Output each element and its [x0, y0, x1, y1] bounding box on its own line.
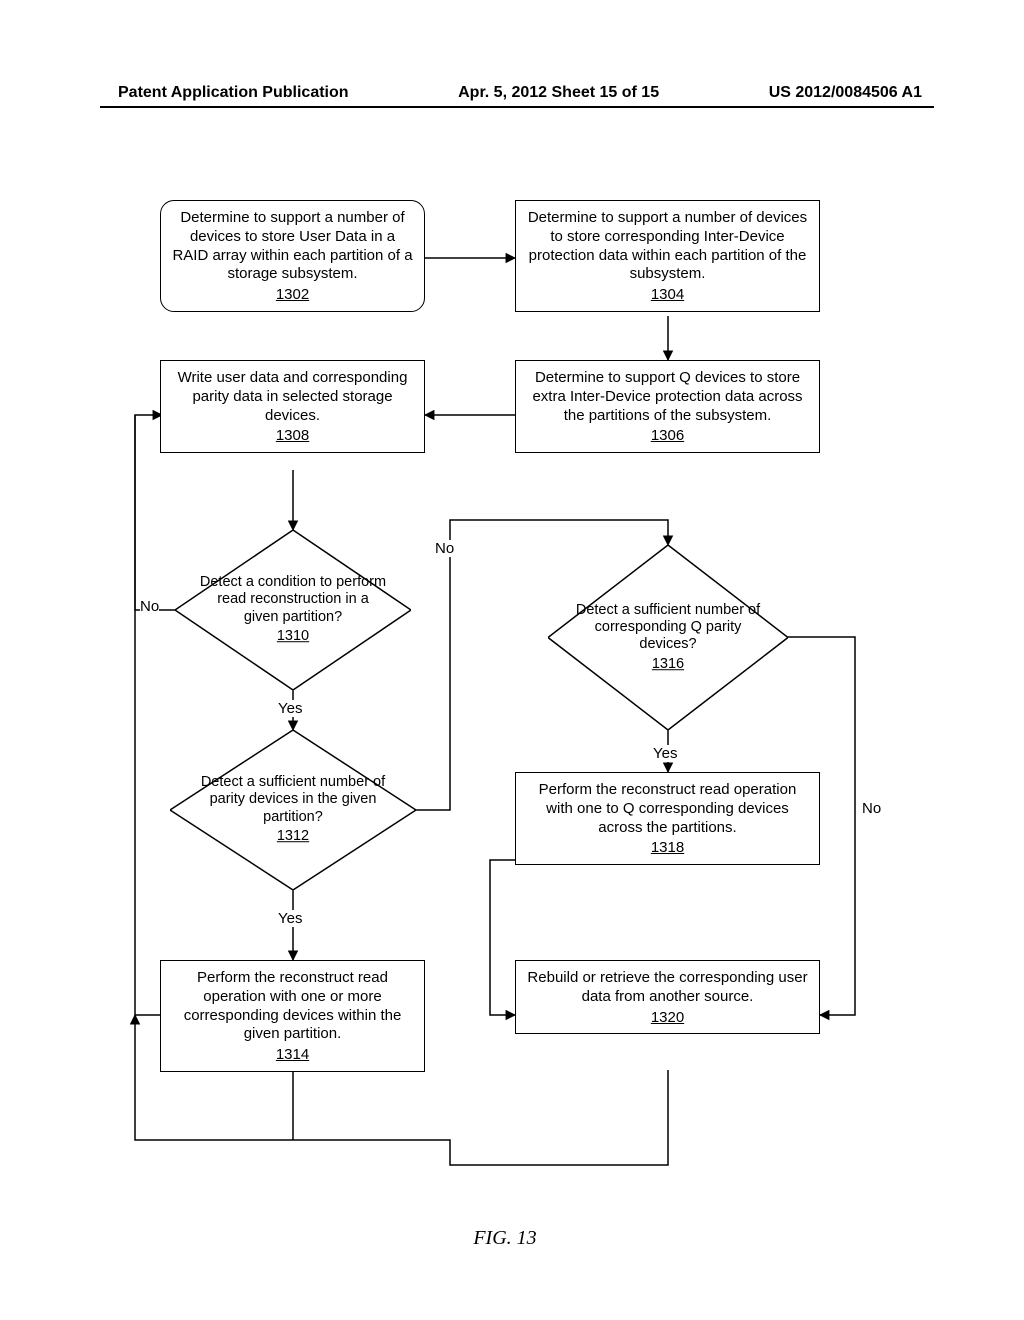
label-yes-1312: Yes — [278, 910, 302, 927]
label-no-1310: No — [140, 598, 159, 615]
process-1320-ref: 1320 — [526, 1009, 809, 1028]
process-1318-text: Perform the reconstruct read operation w… — [539, 781, 797, 836]
decision-1316: Detect a sufficient number of correspond… — [548, 545, 788, 730]
decision-1316-text: Detect a sufficient number of correspond… — [576, 602, 760, 653]
process-1302: Determine to support a number of devices… — [160, 200, 425, 312]
process-1318-ref: 1318 — [526, 839, 809, 858]
process-1320: Rebuild or retrieve the corresponding us… — [515, 960, 820, 1034]
label-no-1316: No — [862, 800, 881, 817]
process-1308: Write user data and corresponding parity… — [160, 360, 425, 453]
decision-1312: Detect a sufficient number of parity dev… — [170, 730, 416, 890]
decision-1310-ref: 1310 — [199, 628, 388, 645]
process-1304-text: Determine to support a number of devices… — [528, 209, 807, 282]
process-1304: Determine to support a number of devices… — [515, 200, 820, 312]
process-1318: Perform the reconstruct read operation w… — [515, 772, 820, 865]
page: Patent Application Publication Apr. 5, 2… — [0, 0, 1024, 1320]
decision-1316-ref: 1316 — [572, 656, 764, 673]
process-1306: Determine to support Q devices to store … — [515, 360, 820, 453]
figure-caption: FIG. 13 — [473, 1227, 536, 1250]
header-center: Apr. 5, 2012 Sheet 15 of 15 — [458, 84, 659, 102]
decision-1312-text: Detect a sufficient number of parity dev… — [201, 774, 385, 825]
process-1320-text: Rebuild or retrieve the corresponding us… — [527, 969, 807, 1005]
decision-1312-ref: 1312 — [195, 828, 392, 845]
flowchart: Determine to support a number of devices… — [120, 200, 890, 1250]
header-right: US 2012/0084506 A1 — [769, 84, 922, 102]
process-1308-text: Write user data and corresponding parity… — [178, 369, 408, 424]
decision-1310-text: Detect a condition to perform read recon… — [200, 574, 386, 625]
header-left: Patent Application Publication — [118, 84, 349, 102]
page-header: Patent Application Publication Apr. 5, 2… — [0, 84, 1024, 102]
process-1302-ref: 1302 — [171, 286, 414, 305]
decision-1310: Detect a condition to perform read recon… — [175, 530, 411, 690]
process-1302-text: Determine to support a number of devices… — [172, 209, 412, 282]
process-1314-ref: 1314 — [171, 1046, 414, 1065]
label-yes-1316: Yes — [653, 745, 677, 762]
process-1314-text: Perform the reconstruct read operation w… — [184, 969, 402, 1042]
label-yes-1310: Yes — [278, 700, 302, 717]
process-1306-ref: 1306 — [526, 427, 809, 446]
process-1314: Perform the reconstruct read operation w… — [160, 960, 425, 1072]
process-1306-text: Determine to support Q devices to store … — [532, 369, 802, 424]
header-rule — [100, 106, 934, 108]
process-1308-ref: 1308 — [171, 427, 414, 446]
label-no-1312: No — [435, 540, 454, 557]
process-1304-ref: 1304 — [526, 286, 809, 305]
